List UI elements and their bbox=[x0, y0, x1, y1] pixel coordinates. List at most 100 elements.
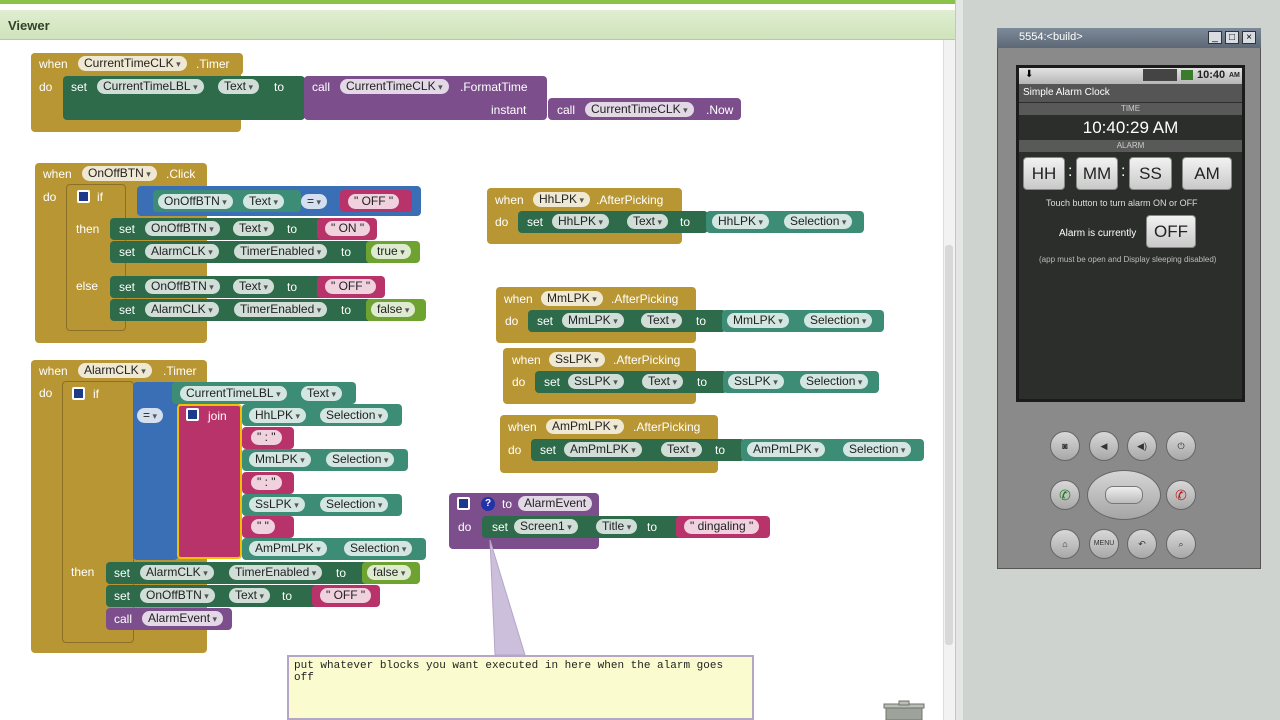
component-dropdown[interactable]: SsLPK bbox=[568, 374, 624, 389]
text-value[interactable]: " : " bbox=[251, 475, 282, 490]
comment-icon[interactable]: ? bbox=[481, 497, 495, 511]
property-dropdown[interactable]: TimerEnabled bbox=[234, 244, 328, 259]
component-dropdown[interactable]: SsLPK bbox=[549, 352, 605, 367]
component-dropdown[interactable]: SsLPK bbox=[249, 497, 305, 512]
close-icon[interactable]: × bbox=[1242, 31, 1256, 44]
power-icon[interactable]: ⏻ bbox=[1166, 431, 1196, 461]
text-value[interactable]: " OFF " bbox=[348, 194, 400, 209]
property-dropdown[interactable]: Selection bbox=[320, 408, 389, 423]
property-dropdown[interactable]: Text bbox=[233, 279, 275, 294]
component-dropdown[interactable]: CurrentTimeCLK bbox=[78, 56, 187, 71]
component-dropdown[interactable]: AlarmCLK bbox=[145, 302, 219, 317]
end-call-icon[interactable]: ✆ bbox=[1166, 480, 1196, 510]
procedure-name-field[interactable]: AlarmEvent bbox=[518, 496, 593, 511]
operator-dropdown[interactable]: = bbox=[301, 194, 328, 209]
maximize-icon[interactable]: □ bbox=[1225, 31, 1239, 44]
component-dropdown[interactable]: OnOffBTN bbox=[82, 166, 157, 181]
property-dropdown[interactable]: Selection bbox=[800, 374, 869, 389]
dpad-center[interactable] bbox=[1105, 486, 1143, 504]
alarm-header: ALARM bbox=[1019, 140, 1242, 152]
component-dropdown[interactable]: AlarmCLK bbox=[78, 363, 152, 378]
property-dropdown[interactable]: TimerEnabled bbox=[229, 565, 323, 580]
component-dropdown[interactable]: HhLPK bbox=[712, 214, 770, 229]
component-dropdown[interactable]: AmPmLPK bbox=[564, 442, 642, 457]
set-keyword: set bbox=[119, 222, 136, 236]
property-dropdown[interactable]: Selection bbox=[326, 452, 395, 467]
text-value[interactable]: " OFF " bbox=[325, 279, 377, 294]
property-dropdown[interactable]: Selection bbox=[344, 541, 413, 556]
property-dropdown[interactable]: Selection bbox=[804, 313, 873, 328]
property-dropdown[interactable]: Text bbox=[642, 374, 684, 389]
component-dropdown[interactable]: OnOffBTN bbox=[145, 221, 220, 236]
minimize-icon[interactable]: _ bbox=[1208, 31, 1222, 44]
volume-up-icon[interactable]: ◀) bbox=[1127, 431, 1157, 461]
property-dropdown[interactable]: Selection bbox=[320, 497, 389, 512]
component-dropdown[interactable]: CurrentTimeCLK bbox=[340, 79, 449, 94]
property-dropdown[interactable]: Text bbox=[233, 221, 275, 236]
camera-icon[interactable]: ◙ bbox=[1050, 431, 1080, 461]
back-icon[interactable]: ↶ bbox=[1127, 529, 1157, 559]
mutator-icon[interactable] bbox=[457, 497, 470, 510]
property-dropdown[interactable]: Text bbox=[229, 588, 271, 603]
property-dropdown[interactable]: Text bbox=[661, 442, 703, 457]
component-dropdown[interactable]: CurrentTimeCLK bbox=[585, 102, 694, 117]
trash-icon[interactable] bbox=[883, 700, 925, 720]
call-icon[interactable]: ✆ bbox=[1050, 480, 1080, 510]
property-dropdown[interactable]: Text bbox=[301, 386, 343, 401]
component-dropdown[interactable]: AlarmCLK bbox=[145, 244, 219, 259]
mutator-icon[interactable] bbox=[72, 387, 85, 400]
search-icon[interactable]: ⌕ bbox=[1166, 529, 1196, 559]
boolean-dropdown[interactable]: false bbox=[371, 302, 416, 317]
property-dropdown[interactable]: Text bbox=[641, 313, 683, 328]
comment-text[interactable]: put whatever blocks you want executed in… bbox=[287, 655, 754, 720]
text-value[interactable]: " dingaling " bbox=[684, 519, 760, 534]
boolean-dropdown[interactable]: false bbox=[367, 565, 412, 580]
text-value[interactable]: " " bbox=[251, 519, 275, 534]
property-dropdown[interactable]: Selection bbox=[784, 214, 853, 229]
home-icon[interactable]: ⌂ bbox=[1050, 529, 1080, 559]
menu-button[interactable]: MENU bbox=[1089, 529, 1119, 559]
component-dropdown[interactable]: CurrentTimeLBL bbox=[180, 386, 287, 401]
component-dropdown[interactable]: CurrentTimeLBL bbox=[97, 79, 204, 94]
mutator-icon[interactable] bbox=[77, 190, 90, 203]
property-dropdown[interactable]: Selection bbox=[843, 442, 912, 457]
property-dropdown[interactable]: TimerEnabled bbox=[234, 302, 328, 317]
component-dropdown[interactable]: HhLPK bbox=[249, 408, 307, 423]
ampm-picker-button[interactable]: AM bbox=[1182, 157, 1232, 190]
property-dropdown[interactable]: Text bbox=[218, 79, 260, 94]
mutator-icon[interactable] bbox=[186, 408, 199, 421]
second-picker-button[interactable]: SS bbox=[1129, 157, 1172, 190]
join-block[interactable] bbox=[177, 404, 242, 559]
volume-down-icon[interactable]: ◀ bbox=[1089, 431, 1119, 461]
minute-picker-button[interactable]: MM bbox=[1076, 157, 1118, 190]
component-dropdown[interactable]: AlarmCLK bbox=[140, 565, 214, 580]
component-dropdown[interactable]: OnOffBTN bbox=[140, 588, 215, 603]
component-dropdown[interactable]: OnOffBTN bbox=[145, 279, 220, 294]
component-dropdown[interactable]: MmLPK bbox=[541, 291, 603, 306]
component-dropdown[interactable]: AmPmLPK bbox=[546, 419, 624, 434]
component-dropdown[interactable]: SsLPK bbox=[728, 374, 784, 389]
boolean-dropdown[interactable]: true bbox=[371, 244, 411, 259]
property-dropdown[interactable]: Text bbox=[627, 214, 669, 229]
component-dropdown[interactable]: AmPmLPK bbox=[747, 442, 825, 457]
hour-picker-button[interactable]: HH bbox=[1023, 157, 1065, 190]
text-value[interactable]: " ON " bbox=[325, 221, 371, 236]
text-value[interactable]: " OFF " bbox=[320, 588, 372, 603]
property-dropdown[interactable]: Title bbox=[596, 519, 638, 534]
component-dropdown[interactable]: AmPmLPK bbox=[249, 541, 327, 556]
component-dropdown[interactable]: MmLPK bbox=[249, 452, 311, 467]
operator-dropdown[interactable]: = bbox=[137, 408, 164, 423]
procedure-dropdown[interactable]: AlarmEvent bbox=[142, 611, 224, 626]
component-dropdown[interactable]: HhLPK bbox=[533, 192, 591, 207]
component-dropdown[interactable]: OnOffBTN bbox=[158, 194, 233, 209]
component-dropdown[interactable]: MmLPK bbox=[727, 313, 789, 328]
panel-divider[interactable] bbox=[955, 0, 963, 720]
text-value[interactable]: " : " bbox=[251, 430, 282, 445]
note-text: (app must be open and Display sleeping d… bbox=[1039, 255, 1217, 264]
component-dropdown[interactable]: HhLPK bbox=[552, 214, 610, 229]
property-dropdown[interactable]: Text bbox=[243, 194, 285, 209]
component-dropdown[interactable]: MmLPK bbox=[562, 313, 624, 328]
status-ampm: AM bbox=[1229, 72, 1240, 79]
scrollbar-thumb[interactable] bbox=[945, 245, 953, 645]
alarm-toggle-button[interactable]: OFF bbox=[1146, 215, 1196, 248]
